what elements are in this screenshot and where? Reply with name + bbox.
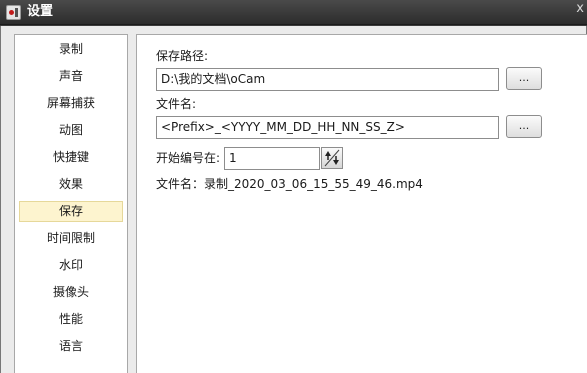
browse-path-button[interactable]: ... (506, 67, 542, 90)
filename-preview: 文件名：录制_2020_03_06_15_55_49_46.mp4 (156, 177, 423, 191)
sidebar-item-webcam[interactable]: 摄像头 (19, 282, 123, 303)
sidebar-item-save[interactable]: 保存 (19, 201, 123, 222)
window-title: 设置 (27, 4, 54, 19)
sidebar-item-effects[interactable]: 效果 (19, 174, 123, 195)
sidebar-item-record[interactable]: 录制 (19, 39, 123, 60)
sidebar-item-sound[interactable]: 声音 (19, 66, 123, 87)
save-settings-panel: 保存路径: D:\我的文档\oCam ... 文件名: <Prefix>_<YY… (136, 34, 587, 373)
sidebar-item-gif[interactable]: 动图 (19, 120, 123, 141)
title-bar: 设置 x (0, 0, 587, 25)
sidebar-item-screen-capture[interactable]: 屏幕捕获 (19, 93, 123, 114)
start-number-input[interactable]: 1 (224, 147, 320, 170)
save-path-input[interactable]: D:\我的文档\oCam (156, 68, 499, 91)
filename-options-button[interactable]: ... (506, 115, 542, 138)
settings-sidebar: 录制 声音 屏幕捕获 动图 快捷键 效果 保存 时间限制 水印 摄像头 性能 语… (14, 34, 128, 373)
settings-dialog: 录制 声音 屏幕捕获 动图 快捷键 效果 保存 时间限制 水印 摄像头 性能 语… (0, 26, 587, 373)
sidebar-item-language[interactable]: 语言 (19, 336, 123, 357)
sidebar-item-hotkeys[interactable]: 快捷键 (19, 147, 123, 168)
save-path-label: 保存路径: (156, 49, 209, 63)
spinner-arrows-icon[interactable] (321, 147, 343, 169)
app-icon (6, 5, 21, 20)
sidebar-item-performance[interactable]: 性能 (19, 309, 123, 330)
sidebar-item-time-limit[interactable]: 时间限制 (19, 228, 123, 249)
sidebar-item-watermark[interactable]: 水印 (19, 255, 123, 276)
filename-label: 文件名: (156, 97, 197, 111)
close-icon[interactable]: x (576, 1, 584, 17)
start-number-label: 开始编号在: (156, 151, 221, 165)
filename-input[interactable]: <Prefix>_<YYYY_MM_DD_HH_NN_SS_Z> (156, 116, 499, 139)
